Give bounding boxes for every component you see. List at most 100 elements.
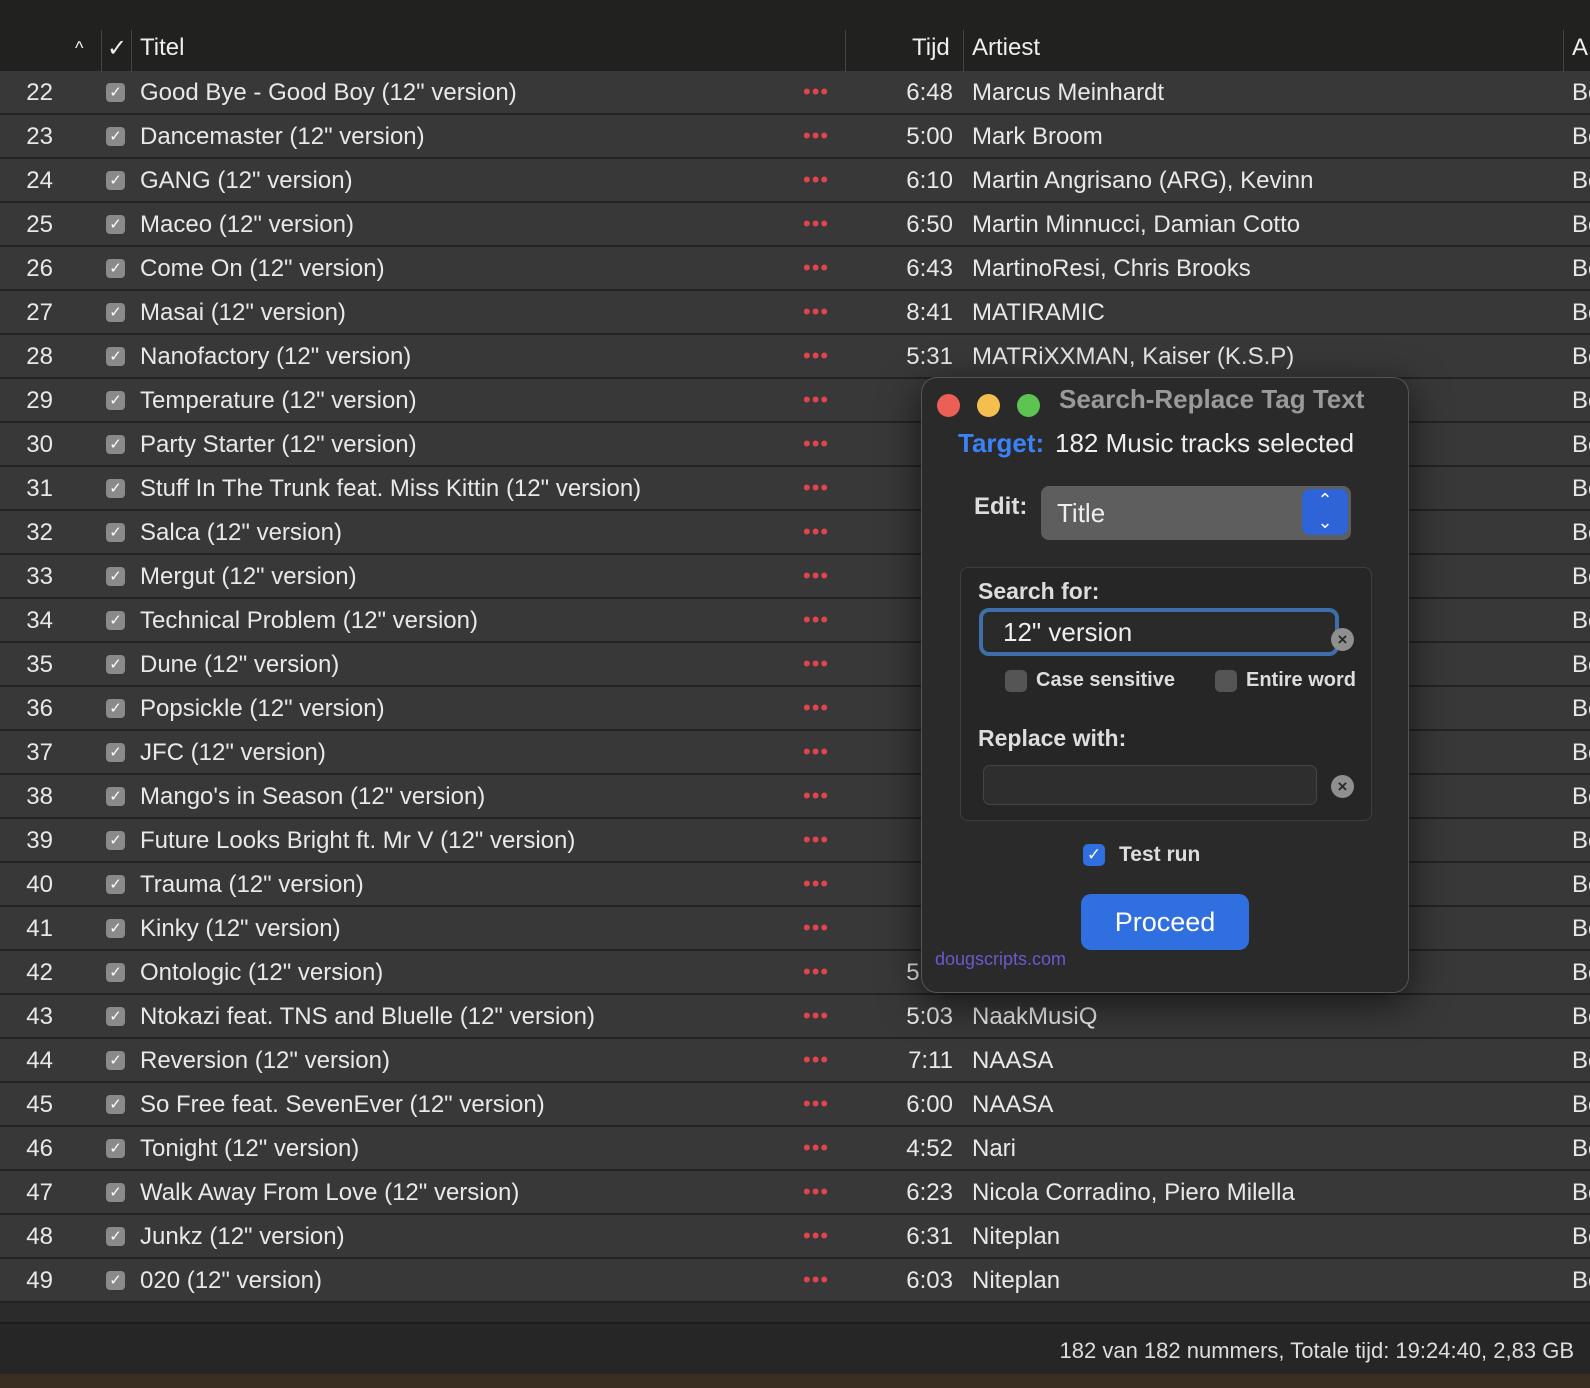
track-album: Bo (1572, 255, 1590, 282)
more-options-icon[interactable]: ••• (803, 607, 829, 633)
table-row[interactable]: 46 ✓ Tonight (12" version) ••• 4:52 Nari Bo (0, 1127, 1590, 1171)
more-options-icon[interactable]: ••• (803, 519, 829, 545)
column-artist[interactable]: Artiest (972, 34, 1040, 62)
more-options-icon[interactable]: ••• (803, 827, 829, 853)
track-checkbox[interactable]: ✓ (106, 127, 125, 146)
edit-field-select[interactable]: Title ⌃ ⌄ (1041, 486, 1351, 540)
minimize-button[interactable] (977, 394, 1000, 417)
chevron-up-down-icon[interactable]: ⌃ ⌄ (1302, 489, 1348, 535)
more-options-icon[interactable]: ••• (803, 475, 829, 501)
more-options-icon[interactable]: ••• (803, 651, 829, 677)
more-options-icon[interactable]: ••• (803, 1267, 829, 1293)
more-options-icon[interactable]: ••• (803, 783, 829, 809)
table-row[interactable]: 47 ✓ Walk Away From Love (12" version) ••• 6… (0, 1171, 1590, 1215)
more-options-icon[interactable]: ••• (803, 343, 829, 369)
divider (845, 30, 846, 72)
track-checkbox[interactable]: ✓ (106, 391, 125, 410)
more-options-icon[interactable]: ••• (803, 1047, 829, 1073)
table-row[interactable]: 25 ✓ Maceo (12" version) ••• 6:50 Martin Minn… (0, 203, 1590, 247)
more-options-icon[interactable]: ••• (803, 739, 829, 765)
track-checkbox[interactable]: ✓ (106, 1183, 125, 1202)
track-checkbox[interactable]: ✓ (106, 1095, 125, 1114)
close-button[interactable] (937, 394, 960, 417)
track-checkbox[interactable]: ✓ (106, 215, 125, 234)
table-row[interactable]: 23 ✓ Dancemaster (12" version) ••• 5:00 Mark … (0, 115, 1590, 159)
more-options-icon[interactable]: ••• (803, 167, 829, 193)
proceed-button[interactable]: Proceed (1081, 894, 1249, 950)
track-checkbox[interactable]: ✓ (106, 523, 125, 542)
table-row[interactable]: 45 ✓ So Free feat. SevenEver (12" version)… (0, 1083, 1590, 1127)
column-time[interactable]: Tijd (912, 34, 950, 62)
more-options-icon[interactable]: ••• (803, 1135, 829, 1161)
entire-word-checkbox[interactable] (1215, 670, 1237, 692)
track-checkbox[interactable]: ✓ (106, 875, 125, 894)
track-number: 41 (26, 915, 53, 942)
track-album: Bo (1572, 563, 1590, 590)
more-options-icon[interactable]: ••• (803, 1091, 829, 1117)
table-row[interactable]: 28 ✓ Nanofactory (12" version) ••• 5:31 MATRi… (0, 335, 1590, 379)
sort-ascending-icon[interactable]: ^ (75, 38, 83, 59)
track-checkbox[interactable]: ✓ (106, 303, 125, 322)
table-row[interactable]: 27 ✓ Masai (12" version) ••• 8:41 MATIRAMIC Bo (0, 291, 1590, 335)
track-checkbox[interactable]: ✓ (106, 963, 125, 982)
track-checkbox[interactable]: ✓ (106, 1227, 125, 1246)
more-options-icon[interactable]: ••• (803, 431, 829, 457)
more-options-icon[interactable]: ••• (803, 123, 829, 149)
track-title: Stuff In The Trunk feat. Miss Kittin (12… (140, 475, 642, 502)
more-options-icon[interactable]: ••• (803, 915, 829, 941)
dougscripts-link[interactable]: dougscripts.com (935, 949, 1066, 970)
track-checkbox[interactable]: ✓ (106, 1007, 125, 1026)
more-options-icon[interactable]: ••• (803, 959, 829, 985)
table-row[interactable]: 22 ✓ Good Bye - Good Boy (12" version) ••• 6… (0, 71, 1590, 115)
case-sensitive-checkbox[interactable] (1005, 670, 1027, 692)
track-checkbox[interactable]: ✓ (106, 743, 125, 762)
track-checkbox[interactable]: ✓ (106, 611, 125, 630)
track-checkbox[interactable]: ✓ (106, 1271, 125, 1290)
zoom-button[interactable] (1017, 394, 1040, 417)
table-row[interactable]: 43 ✓ Ntokazi feat. TNS and Bluelle (12" ve… (0, 995, 1590, 1039)
more-options-icon[interactable]: ••• (803, 211, 829, 237)
more-options-icon[interactable]: ••• (803, 871, 829, 897)
track-checkbox[interactable]: ✓ (106, 259, 125, 278)
track-checkbox[interactable]: ✓ (106, 787, 125, 806)
track-checkbox[interactable]: ✓ (106, 655, 125, 674)
track-checkbox[interactable]: ✓ (106, 831, 125, 850)
column-check[interactable]: ✓ (107, 34, 127, 63)
more-options-icon[interactable]: ••• (803, 79, 829, 105)
track-number: 24 (26, 167, 53, 194)
search-input[interactable]: 12" version (979, 608, 1339, 656)
track-checkbox[interactable]: ✓ (106, 567, 125, 586)
track-checkbox[interactable]: ✓ (106, 1139, 125, 1158)
track-checkbox[interactable]: ✓ (106, 919, 125, 938)
test-run-checkbox[interactable]: ✓ (1083, 844, 1105, 866)
track-checkbox[interactable]: ✓ (106, 83, 125, 102)
more-options-icon[interactable]: ••• (803, 299, 829, 325)
more-options-icon[interactable]: ••• (803, 695, 829, 721)
more-options-icon[interactable]: ••• (803, 1223, 829, 1249)
more-options-icon[interactable]: ••• (803, 255, 829, 281)
table-row[interactable]: 49 ✓ 020 (12" version) ••• 6:03 Niteplan Bo (0, 1259, 1590, 1303)
track-title: Walk Away From Love (12" version) (140, 1179, 520, 1206)
table-row[interactable]: 26 ✓ Come On (12" version) ••• 6:43 MartinoRe… (0, 247, 1590, 291)
more-options-icon[interactable]: ••• (803, 1179, 829, 1205)
track-title: Party Starter (12" version) (140, 431, 417, 458)
track-checkbox[interactable]: ✓ (106, 347, 125, 366)
clear-replace-icon[interactable]: × (1331, 775, 1354, 798)
track-checkbox[interactable]: ✓ (106, 171, 125, 190)
clear-search-icon[interactable]: × (1331, 628, 1354, 651)
track-checkbox[interactable]: ✓ (106, 479, 125, 498)
track-checkbox[interactable]: ✓ (106, 699, 125, 718)
table-row[interactable]: 24 ✓ GANG (12" version) ••• 6:10 Martin Angri… (0, 159, 1590, 203)
table-row[interactable]: 44 ✓ Reversion (12" version) ••• 7:11 NAASA Bo (0, 1039, 1590, 1083)
track-checkbox[interactable]: ✓ (106, 435, 125, 454)
track-title: Good Bye - Good Boy (12" version) (140, 79, 517, 106)
more-options-icon[interactable]: ••• (803, 387, 829, 413)
more-options-icon[interactable]: ••• (803, 1003, 829, 1029)
column-title[interactable]: Titel (140, 34, 184, 62)
column-album[interactable]: A (1572, 34, 1588, 62)
track-number: 22 (26, 79, 53, 106)
track-checkbox[interactable]: ✓ (106, 1051, 125, 1070)
table-row[interactable]: 48 ✓ Junkz (12" version) ••• 6:31 Niteplan Bo (0, 1215, 1590, 1259)
more-options-icon[interactable]: ••• (803, 563, 829, 589)
replace-input[interactable] (983, 765, 1317, 805)
